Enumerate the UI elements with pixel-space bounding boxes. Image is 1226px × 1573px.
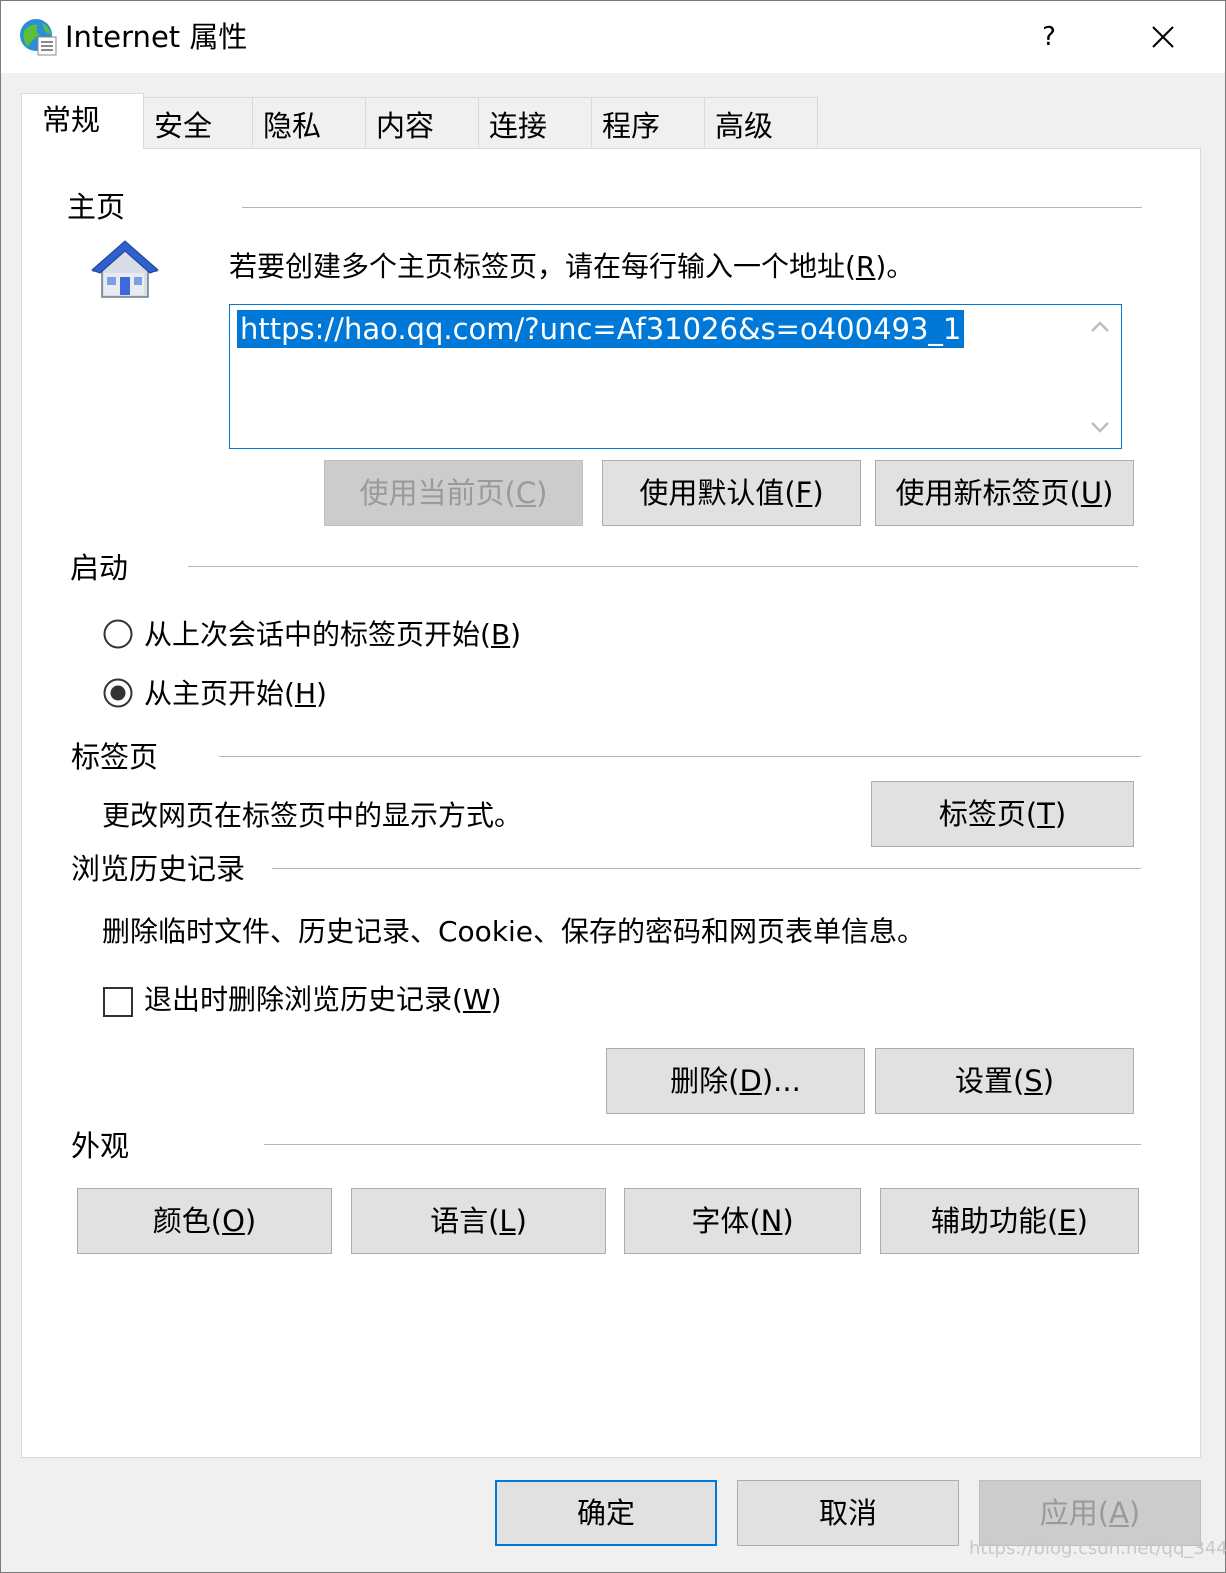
home-section-title: 主页	[67, 190, 126, 224]
watermark: https://blog.csdn.net/qq_34445639	[969, 1538, 1226, 1559]
internet-properties-dialog: Internet 属性 ? 常规 安全 隐私 内容 连接 程序 高级 主页 若要…	[0, 0, 1226, 1573]
delete-on-exit-label[interactable]: 退出时删除浏览历史记录(W)	[144, 980, 502, 1020]
tabs-settings-button[interactable]: 标签页(T)	[871, 781, 1134, 847]
ok-button[interactable]: 确定	[495, 1480, 717, 1546]
title-bar: Internet 属性 ?	[1, 1, 1225, 73]
scroll-down-icon[interactable]	[1086, 413, 1114, 441]
general-tab-panel: 主页 若要创建多个主页标签页，请在每行输入一个地址(R)。 https://ha…	[21, 148, 1201, 1458]
history-divider	[272, 868, 1141, 869]
window-title: Internet 属性	[65, 20, 248, 54]
delete-history-button[interactable]: 删除(D)...	[606, 1048, 865, 1114]
home-instruction: 若要创建多个主页标签页，请在每行输入一个地址(R)。	[229, 250, 915, 283]
tabs-divider	[219, 756, 1141, 757]
use-current-button[interactable]: 使用当前页(C)	[324, 460, 583, 526]
appearance-section-title: 外观	[71, 1129, 130, 1163]
tabs-description: 更改网页在标签页中的显示方式。	[102, 799, 523, 832]
appearance-divider	[264, 1144, 1141, 1145]
tab-security[interactable]: 安全	[143, 97, 253, 147]
cancel-button[interactable]: 取消	[737, 1480, 959, 1546]
help-button[interactable]: ?	[1029, 17, 1069, 57]
history-description: 删除临时文件、历史记录、Cookie、保存的密码和网页表单信息。	[102, 915, 926, 948]
close-icon[interactable]	[1141, 15, 1185, 59]
tab-advanced[interactable]: 高级	[704, 97, 818, 147]
startup-divider	[188, 566, 1138, 567]
tab-connections[interactable]: 连接	[478, 97, 592, 147]
radio-start-home[interactable]	[103, 678, 133, 708]
history-settings-button[interactable]: 设置(S)	[875, 1048, 1134, 1114]
accessibility-button[interactable]: 辅助功能(E)	[880, 1188, 1139, 1254]
startup-last-session-label[interactable]: 从上次会话中的标签页开始(B)	[144, 615, 521, 655]
use-default-button[interactable]: 使用默认值(F)	[602, 460, 861, 526]
home-house-icon	[91, 240, 159, 298]
tab-programs[interactable]: 程序	[591, 97, 705, 147]
use-new-tab-button[interactable]: 使用新标签页(U)	[875, 460, 1134, 526]
apply-button[interactable]: 应用(A)	[979, 1480, 1201, 1546]
scroll-up-icon[interactable]	[1086, 313, 1114, 341]
startup-home-label[interactable]: 从主页开始(H)	[144, 674, 327, 714]
delete-on-exit-checkbox[interactable]	[103, 987, 133, 1017]
languages-button[interactable]: 语言(L)	[351, 1188, 606, 1254]
home-divider	[242, 207, 1142, 208]
home-page-url-value: https://hao.qq.com/?unc=Af31026&s=o40049…	[237, 310, 965, 348]
tab-privacy[interactable]: 隐私	[252, 97, 366, 147]
history-section-title: 浏览历史记录	[71, 852, 246, 886]
colors-button[interactable]: 颜色(O)	[77, 1188, 332, 1254]
internet-globe-icon	[20, 19, 57, 56]
radio-last-session[interactable]	[103, 619, 133, 649]
tabs-section-title: 标签页	[71, 740, 159, 774]
home-page-url-input[interactable]: https://hao.qq.com/?unc=Af31026&s=o40049…	[229, 304, 1122, 449]
fonts-button[interactable]: 字体(N)	[624, 1188, 861, 1254]
tab-general[interactable]: 常规	[21, 93, 144, 149]
tab-content[interactable]: 内容	[365, 97, 479, 147]
startup-section-title: 启动	[70, 551, 129, 585]
